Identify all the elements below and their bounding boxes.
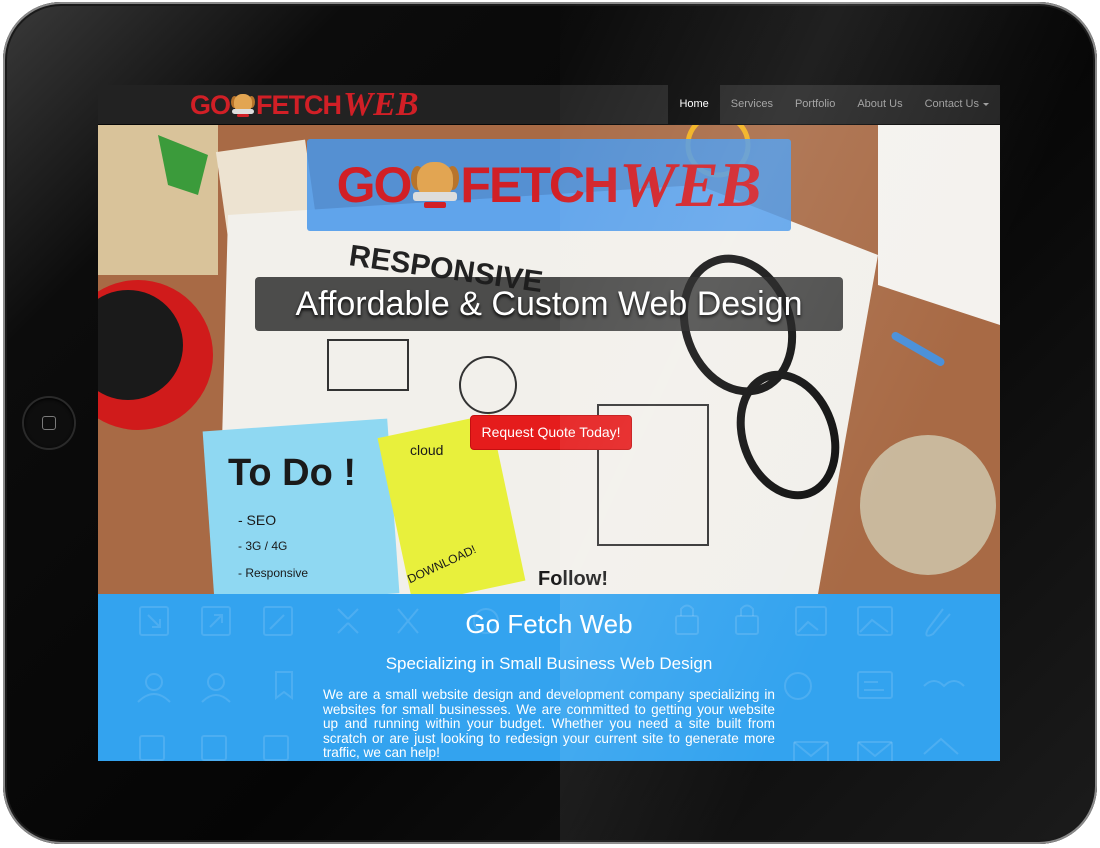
about-body-text: We are a small website design and develo… xyxy=(323,687,775,760)
hero-logo-go-text: GO xyxy=(336,157,413,213)
tablet-screen: GO FETCH WEB Home Services Portfolio Abo… xyxy=(98,85,1000,761)
nav-home[interactable]: Home xyxy=(668,85,720,124)
photo-note-mobile: - 3G / 4G xyxy=(238,539,287,553)
logo-web-text: WEB xyxy=(343,86,419,123)
tablet-home-button[interactable] xyxy=(24,398,74,448)
nav-services[interactable]: Services xyxy=(720,85,784,124)
photo-note-seo: - SEO xyxy=(238,512,276,528)
hero-dog-mascot-icon xyxy=(411,158,460,212)
photo-note-follow: Follow! xyxy=(538,568,608,590)
nav-about-us[interactable]: About Us xyxy=(846,85,913,124)
hero-logo-web-text: WEB xyxy=(619,149,762,220)
hero-section: RESPONSIVE To Do ! - SEO - 3G / 4G - Res… xyxy=(98,125,1000,594)
photo-note-cloud: cloud xyxy=(410,442,443,458)
dog-mascot-icon xyxy=(231,92,256,118)
request-quote-button[interactable]: Request Quote Today! xyxy=(470,415,632,450)
navbar: GO FETCH WEB Home Services Portfolio Abo… xyxy=(98,85,1000,125)
about-title: Go Fetch Web xyxy=(465,609,633,639)
about-section: Go Fetch Web Specializing in Small Busin… xyxy=(98,594,1000,761)
nav-portfolio[interactable]: Portfolio xyxy=(784,85,846,124)
nav-contact-us[interactable]: Contact Us xyxy=(914,85,1000,124)
hero-logo-banner: GO FETCH WEB xyxy=(307,139,791,231)
hero-logo-fetch-text: FETCH xyxy=(460,157,619,213)
chevron-down-icon xyxy=(983,102,989,106)
nav-logo[interactable]: GO FETCH WEB xyxy=(190,86,419,123)
logo-go-text: GO xyxy=(190,89,231,120)
logo-fetch-text: FETCH xyxy=(256,89,342,120)
about-subtitle: Specializing in Small Business Web Desig… xyxy=(385,654,713,673)
nav-menu: Home Services Portfolio About Us Contact… xyxy=(668,85,1000,124)
hero-tagline: Affordable & Custom Web Design xyxy=(255,277,843,331)
home-square-icon xyxy=(42,416,56,430)
nav-contact-us-label: Contact Us xyxy=(924,98,979,110)
photo-note-responsive-item: - Responsive xyxy=(238,566,308,580)
photo-note-todo: To Do ! xyxy=(228,452,356,494)
